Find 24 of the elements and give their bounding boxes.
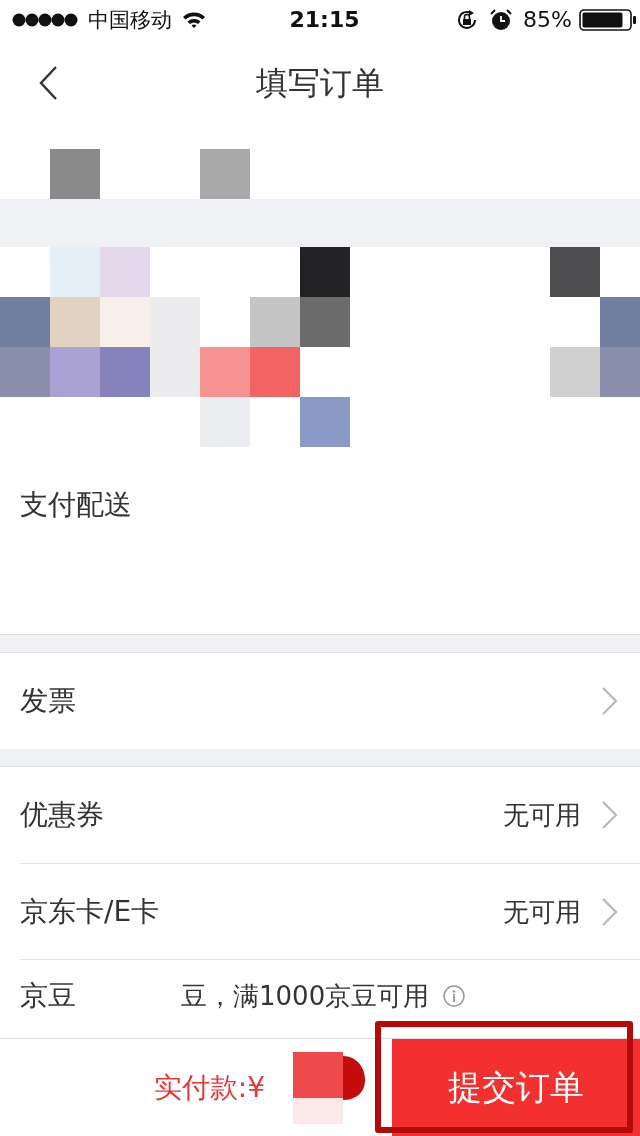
back-icon[interactable]: [38, 65, 58, 101]
alarm-clock-icon: [490, 8, 513, 31]
submit-order-button[interactable]: 提交订单: [392, 1039, 640, 1136]
section-title: 支付配送: [20, 487, 132, 522]
wifi-icon: [182, 10, 206, 29]
page-title: 填写订单: [255, 63, 385, 103]
info-icon[interactable]: [443, 985, 466, 1008]
redaction-patch-icon: [293, 1051, 365, 1124]
chevron-right-icon: [601, 896, 618, 927]
row-value: 无可用: [503, 799, 581, 832]
row-label[interactable]: 优惠券: [20, 798, 104, 833]
chevron-right-icon: [601, 686, 618, 717]
clock-time: 21:15: [289, 6, 360, 33]
row-label[interactable]: 京东卡/E卡: [20, 894, 160, 929]
battery-icon: [579, 8, 637, 31]
battery-percentage: 85%: [523, 6, 572, 33]
signal-strength-icon: [12, 12, 78, 27]
row-label[interactable]: 发票: [20, 684, 76, 719]
row-label: 京豆: [20, 979, 76, 1014]
total-label: 实付款:¥: [153, 1070, 265, 1105]
carrier-name: 中国移动: [88, 6, 172, 33]
row-note: 豆，满1000京豆可用: [181, 981, 430, 1012]
row-value: 无可用: [503, 895, 581, 928]
chevron-right-icon: [601, 800, 618, 831]
